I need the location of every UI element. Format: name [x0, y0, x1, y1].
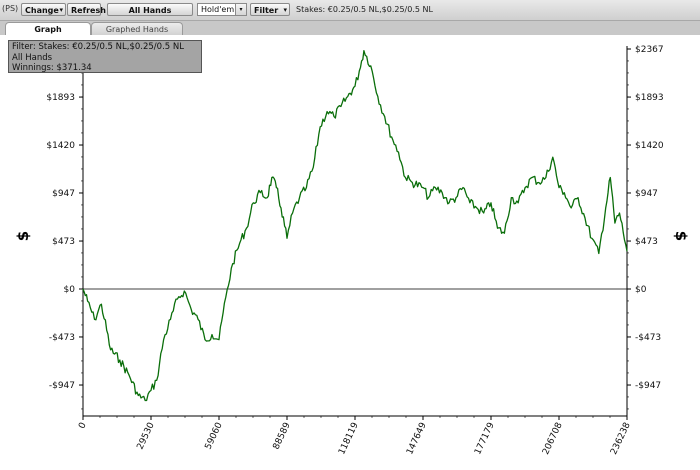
stakes-summary: Stakes: €0.25/0.5 NL,$0.25/0.5 NL — [296, 5, 433, 14]
all-hands-button[interactable]: All Hands — [107, 3, 193, 16]
toolbar: (PS) Change ▾ Refresh All Hands Hold'em … — [0, 0, 700, 21]
ps-label: (PS) — [2, 4, 19, 13]
info-winnings-line: Winnings: $371.34 — [12, 63, 92, 73]
chevron-down-icon: ▾ — [283, 6, 287, 14]
refresh-button[interactable]: Refresh — [67, 3, 106, 16]
game-type-select-value: Hold'em — [201, 5, 235, 14]
info-box: Filter: Stakes: €0.25/0.5 NL,$0.25/0.5 N… — [8, 40, 202, 73]
chevron-down-icon: ▾ — [235, 4, 246, 15]
tab-bar: Graph Graphed Hands — [0, 21, 700, 36]
info-hands-line: All Hands — [12, 52, 53, 63]
change-button[interactable]: Change ▾ — [21, 3, 66, 16]
filter-button-label: Filter — [254, 6, 279, 15]
chevron-down-icon: ▾ — [59, 6, 63, 14]
tab-graph[interactable]: Graph — [5, 22, 91, 35]
game-type-select[interactable]: Hold'em ▾ — [197, 3, 247, 16]
filter-button[interactable]: Filter ▾ — [250, 3, 290, 16]
change-button-label: Change — [25, 6, 59, 15]
chart-area — [0, 35, 700, 470]
tab-graphed-hands[interactable]: Graphed Hands — [91, 22, 183, 35]
info-filter-line: Filter: Stakes: €0.25/0.5 NL,$0.25/0.5 N… — [12, 42, 184, 52]
